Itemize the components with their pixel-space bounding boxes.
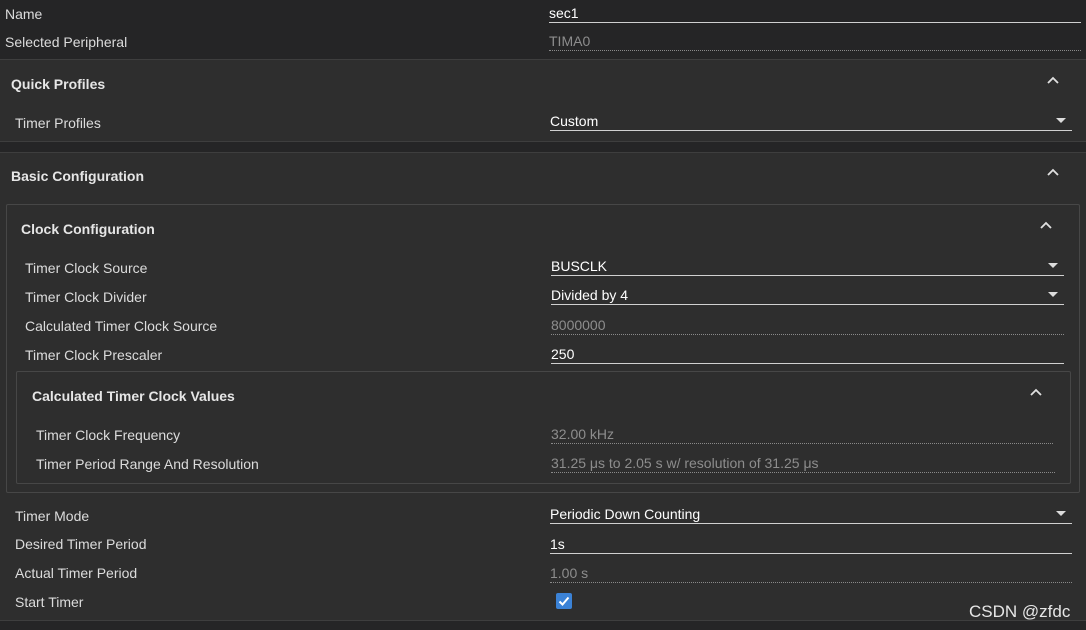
timer-clock-prescaler-value: 250 (551, 346, 575, 362)
start-timer-checkbox[interactable] (556, 593, 572, 609)
basic-configuration-panel: Basic Configuration Clock Configuration … (0, 152, 1086, 621)
checkmark-icon (558, 596, 570, 606)
selected-peripheral-field: TIMA0 (549, 31, 1081, 51)
timer-clock-frequency-label: Timer Clock Frequency (36, 427, 181, 443)
calculated-timer-clock-source-field: 8000000 (551, 315, 1064, 335)
calculated-clock-values-title: Calculated Timer Clock Values (32, 388, 235, 404)
timer-period-range-value: 31.25 μs to 2.05 s w/ resolution of 31.2… (551, 455, 819, 471)
timer-mode-label: Timer Mode (15, 508, 90, 524)
name-value: sec1 (549, 5, 579, 21)
clock-configuration-title: Clock Configuration (21, 221, 155, 237)
dropdown-caret-icon (1048, 263, 1058, 268)
timer-mode-select[interactable]: Periodic Down Counting (550, 504, 1072, 524)
desired-timer-period-input[interactable]: 1s (550, 534, 1072, 554)
selected-peripheral-value: TIMA0 (549, 33, 591, 49)
timer-clock-source-value: BUSCLK (551, 258, 608, 274)
collapse-chevron-up-icon[interactable] (1029, 387, 1043, 397)
start-timer-label: Start Timer (15, 594, 84, 610)
quick-profiles-panel: Quick Profiles Timer Profiles Custom (0, 59, 1086, 142)
desired-timer-period-label: Desired Timer Period (15, 536, 147, 552)
timer-profiles-label: Timer Profiles (15, 115, 101, 131)
timer-clock-divider-value: Divided by 4 (551, 287, 629, 303)
collapse-chevron-up-icon[interactable] (1039, 220, 1053, 230)
timer-clock-divider-label: Timer Clock Divider (25, 289, 147, 305)
watermark: CSDN @zfdc (969, 602, 1071, 621)
dropdown-caret-icon (1056, 118, 1066, 123)
collapse-chevron-up-icon[interactable] (1046, 167, 1060, 177)
actual-timer-period-value: 1.00 s (550, 565, 589, 581)
quick-profiles-title: Quick Profiles (11, 76, 106, 92)
timer-clock-divider-select[interactable]: Divided by 4 (551, 285, 1064, 305)
timer-clock-source-label: Timer Clock Source (25, 260, 148, 276)
timer-profiles-select[interactable]: Custom (550, 111, 1072, 131)
timer-mode-value: Periodic Down Counting (550, 506, 701, 522)
actual-timer-period-field: 1.00 s (550, 563, 1072, 583)
timer-clock-source-select[interactable]: BUSCLK (551, 256, 1064, 276)
timer-clock-prescaler-input[interactable]: 250 (551, 344, 1064, 364)
calculated-timer-clock-source-value: 8000000 (551, 317, 606, 333)
selected-peripheral-label: Selected Peripheral (5, 34, 128, 50)
timer-clock-frequency-field: 32.00 kHz (551, 424, 1053, 444)
actual-timer-period-label: Actual Timer Period (15, 565, 138, 581)
basic-configuration-title: Basic Configuration (11, 168, 145, 184)
dropdown-caret-icon (1056, 511, 1066, 516)
name-field[interactable]: sec1 (549, 3, 1081, 23)
timer-profiles-value: Custom (550, 113, 599, 129)
desired-timer-period-value: 1s (550, 536, 565, 552)
timer-period-range-label: Timer Period Range And Resolution (36, 456, 259, 472)
calculated-timer-clock-source-label: Calculated Timer Clock Source (25, 318, 218, 334)
collapse-chevron-up-icon[interactable] (1046, 75, 1060, 85)
timer-clock-prescaler-label: Timer Clock Prescaler (25, 347, 163, 363)
timer-period-range-field: 31.25 μs to 2.05 s w/ resolution of 31.2… (551, 453, 1055, 473)
dropdown-caret-icon (1048, 292, 1058, 297)
timer-clock-frequency-value: 32.00 kHz (551, 426, 615, 442)
calculated-clock-values-panel: Calculated Timer Clock Values Timer Cloc… (16, 371, 1071, 484)
name-label: Name (5, 6, 43, 22)
clock-configuration-panel: Clock Configuration Timer Clock Source B… (6, 204, 1080, 493)
